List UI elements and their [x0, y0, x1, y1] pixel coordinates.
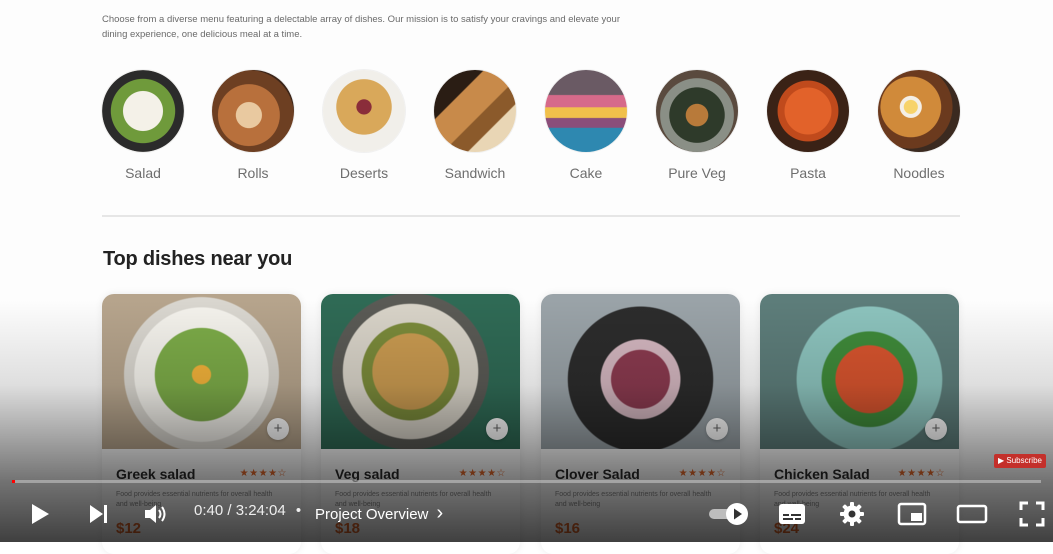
fullscreen-icon	[1019, 501, 1045, 527]
category-image	[656, 70, 738, 152]
chapter-button[interactable]: Project Overview ›	[315, 502, 443, 525]
category-label: Rolls	[237, 165, 269, 181]
add-to-cart-button[interactable]: +	[925, 418, 947, 440]
player-controls: 0:40 / 3:24:04 • Project Overview ›	[0, 490, 1053, 538]
category-list: Salad Rolls Deserts Sandwich Cake Pure V…	[102, 70, 962, 190]
category-image	[323, 70, 405, 152]
category-pasta[interactable]: Pasta	[767, 70, 849, 181]
category-label: Noodles	[893, 165, 945, 181]
volume-icon	[145, 505, 166, 523]
fullscreen-button[interactable]	[1014, 496, 1050, 532]
rating-stars: ★★★★☆	[458, 468, 506, 479]
miniplayer-icon	[897, 502, 927, 526]
menu-intro-text: Choose from a diverse menu featuring a d…	[102, 14, 621, 40]
video-frame[interactable]: Choose from a diverse menu featuring a d…	[0, 0, 1053, 554]
category-image	[212, 70, 294, 152]
category-image	[545, 70, 627, 152]
section-title: Top dishes near you	[103, 248, 293, 270]
time-separator: •	[295, 502, 302, 519]
volume-button[interactable]	[138, 496, 174, 532]
time-display: 0:40 / 3:24:04 •	[194, 502, 301, 519]
category-label: Sandwich	[444, 165, 506, 181]
next-icon	[90, 505, 107, 523]
subscribe-label: Subscribe	[1006, 456, 1042, 465]
add-to-cart-button[interactable]: +	[267, 418, 289, 440]
category-sandwich[interactable]: Sandwich	[434, 70, 516, 181]
rating-stars: ★★★★☆	[897, 468, 945, 479]
play-button[interactable]	[22, 496, 58, 532]
category-image	[878, 70, 960, 152]
subtitles-icon	[779, 504, 805, 524]
autoplay-toggle[interactable]	[706, 496, 752, 532]
add-to-cart-button[interactable]: +	[706, 418, 728, 440]
category-label: Cake	[569, 165, 603, 181]
category-image	[767, 70, 849, 152]
category-label: Deserts	[339, 165, 389, 181]
category-salad[interactable]: Salad	[102, 70, 184, 181]
category-image	[102, 70, 184, 152]
category-image	[434, 70, 516, 152]
category-label: Salad	[125, 165, 161, 181]
category-noodles[interactable]: Noodles	[878, 70, 960, 181]
settings-button[interactable]	[834, 496, 870, 532]
category-pure-veg[interactable]: Pure Veg	[656, 70, 738, 181]
theater-icon	[956, 504, 988, 524]
miniplayer-button[interactable]	[894, 496, 930, 532]
category-label: Pasta	[790, 165, 826, 181]
add-to-cart-button[interactable]: +	[486, 418, 508, 440]
chapter-title: Project Overview	[315, 506, 429, 523]
rating-stars: ★★★★☆	[678, 468, 726, 479]
category-cake[interactable]: Cake	[545, 70, 627, 181]
youtube-icon: ▶	[998, 456, 1005, 465]
rating-stars: ★★★★☆	[239, 468, 287, 479]
category-rolls[interactable]: Rolls	[212, 70, 294, 181]
subscribe-watermark[interactable]: ▶ Subscribe	[994, 454, 1046, 468]
time-text: 0:40 / 3:24:04	[194, 502, 286, 519]
theater-mode-button[interactable]	[954, 496, 990, 532]
chevron-right-icon: ›	[436, 502, 444, 524]
progress-played	[12, 480, 16, 483]
gear-icon	[840, 502, 864, 526]
category-deserts[interactable]: Deserts	[323, 70, 405, 181]
play-icon	[32, 504, 49, 524]
section-divider	[102, 215, 960, 217]
autoplay-icon	[709, 503, 748, 525]
category-label: Pure Veg	[668, 165, 726, 181]
progress-bar[interactable]	[12, 480, 1041, 483]
subtitles-button[interactable]	[774, 496, 810, 532]
next-button[interactable]	[80, 496, 116, 532]
